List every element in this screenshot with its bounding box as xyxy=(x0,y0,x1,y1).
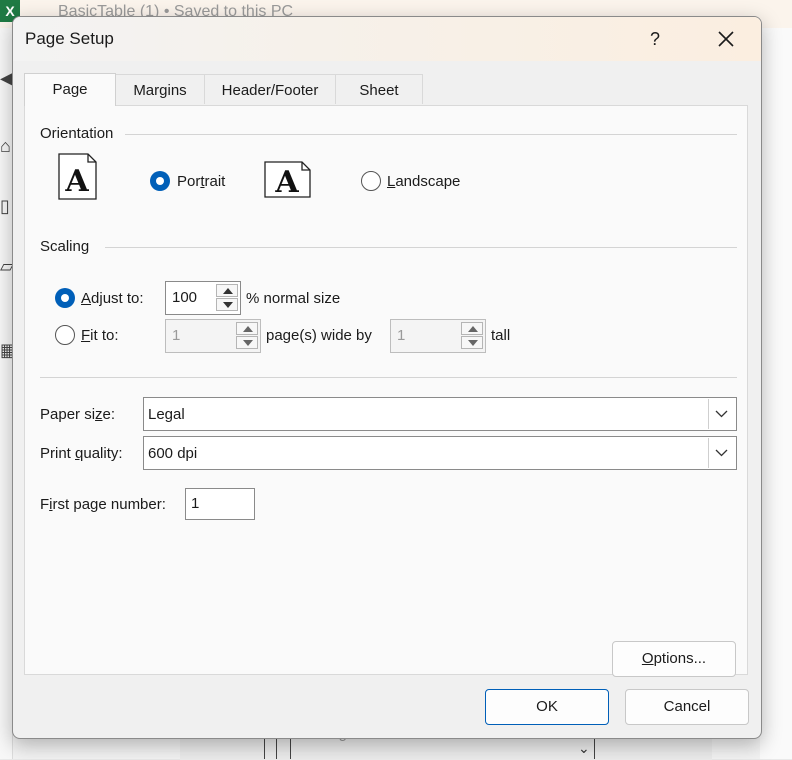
orientation-separator xyxy=(125,134,737,135)
fit-wide-stepper[interactable]: 1 xyxy=(165,319,261,353)
chevron-down-icon: ⌄ xyxy=(578,740,590,756)
close-button[interactable] xyxy=(703,23,749,55)
adjust-to-label[interactable]: Adjust to: xyxy=(81,290,144,307)
portrait-page-icon: A xyxy=(58,153,97,200)
first-page-number-label: First page number: xyxy=(40,496,166,513)
fit-tall-decrement-button[interactable] xyxy=(461,336,483,349)
background-right-area xyxy=(760,28,792,759)
triangle-up-icon xyxy=(243,326,253,332)
tab-sheet[interactable]: Sheet xyxy=(335,74,423,104)
fit-wide-decrement-button[interactable] xyxy=(236,336,258,349)
triangle-down-icon xyxy=(468,340,478,346)
triangle-down-icon xyxy=(243,340,253,346)
scaling-section-label: Scaling xyxy=(40,238,90,255)
adjust-to-decrement-button[interactable] xyxy=(216,298,238,311)
paper-size-label: Paper size: xyxy=(40,406,116,423)
portrait-label[interactable]: Portrait xyxy=(177,173,225,190)
back-arrow-icon[interactable]: ◀ xyxy=(0,68,12,90)
fit-wide-suffix: page(s) wide by xyxy=(266,327,372,344)
triangle-up-icon xyxy=(223,288,233,294)
tab-margins[interactable]: Margins xyxy=(115,74,205,104)
dialog-title: Page Setup xyxy=(25,29,114,48)
fit-tall-increment-button[interactable] xyxy=(461,322,483,335)
fit-wide-spin-buttons xyxy=(236,322,258,350)
first-page-number-value: 1 xyxy=(191,495,200,512)
adjust-to-increment-button[interactable] xyxy=(216,284,238,297)
dialog-titlebar[interactable]: Page Setup ? xyxy=(13,17,761,61)
background-bottom-field xyxy=(180,737,712,760)
orientation-section-label: Orientation xyxy=(40,125,114,142)
tab-page[interactable]: Page xyxy=(24,73,116,106)
fit-tall-suffix: tall xyxy=(491,327,511,344)
tab-header-footer[interactable]: Header/Footer xyxy=(204,74,336,104)
scaling-separator xyxy=(105,247,737,248)
paper-size-dropdown[interactable]: Legal xyxy=(143,397,737,431)
landscape-page-icon: A xyxy=(264,161,311,199)
page-tab-panel: Orientation A Portrait A Landscape Scali… xyxy=(24,105,748,677)
paper-size-dropdown-button[interactable] xyxy=(708,399,735,429)
grid-icon[interactable]: ▦ xyxy=(0,340,12,362)
options-button[interactable]: Options... xyxy=(612,641,736,677)
print-quality-value: 600 dpi xyxy=(148,445,198,462)
paper-size-value: Legal xyxy=(148,406,185,423)
print-quality-dropdown-button[interactable] xyxy=(708,438,735,468)
background-divider-2 xyxy=(276,737,277,759)
ok-button[interactable]: OK xyxy=(485,689,609,725)
print-quality-label: Print quality: xyxy=(40,445,123,462)
fit-to-radio[interactable] xyxy=(55,325,75,345)
chevron-down-icon xyxy=(715,449,728,457)
landscape-icon-letter: A xyxy=(274,165,299,199)
fit-tall-stepper[interactable]: 1 xyxy=(390,319,486,353)
fit-tall-value: 1 xyxy=(397,327,406,344)
new-document-icon[interactable]: ▯ xyxy=(0,196,12,218)
cancel-button[interactable]: Cancel xyxy=(625,689,749,725)
print-quality-dropdown[interactable]: 600 dpi xyxy=(143,436,737,470)
fit-tall-spin-buttons xyxy=(461,322,483,350)
background-divider-3 xyxy=(290,737,291,759)
home-icon[interactable]: ⌂ xyxy=(0,136,12,158)
triangle-up-icon xyxy=(468,326,478,332)
background-divider-1 xyxy=(264,737,265,759)
adjust-to-radio[interactable] xyxy=(55,288,75,308)
fit-to-label[interactable]: Fit to: xyxy=(81,327,119,344)
close-icon xyxy=(718,31,734,47)
adjust-to-value: 100 xyxy=(172,289,198,306)
portrait-radio[interactable] xyxy=(150,171,170,191)
landscape-radio[interactable] xyxy=(361,171,381,191)
portrait-icon-letter: A xyxy=(64,164,89,199)
fit-wide-increment-button[interactable] xyxy=(236,322,258,335)
fit-wide-value: 1 xyxy=(172,327,181,344)
scaling-bottom-separator xyxy=(40,377,737,378)
first-page-number-input[interactable]: 1 xyxy=(185,488,255,520)
chevron-down-icon xyxy=(715,410,728,418)
background-divider-4 xyxy=(594,737,595,759)
open-folder-icon[interactable]: ▱ xyxy=(0,256,12,278)
adjust-to-stepper[interactable]: 100 xyxy=(165,281,241,315)
adjust-to-suffix: % normal size xyxy=(246,290,341,307)
adjust-to-spin-buttons xyxy=(216,284,238,312)
triangle-down-icon xyxy=(223,302,233,308)
landscape-label[interactable]: Landscape xyxy=(387,173,460,190)
page-setup-dialog: Page Setup ? Page Margins Header/Footer … xyxy=(12,16,762,739)
help-button[interactable]: ? xyxy=(635,23,675,55)
